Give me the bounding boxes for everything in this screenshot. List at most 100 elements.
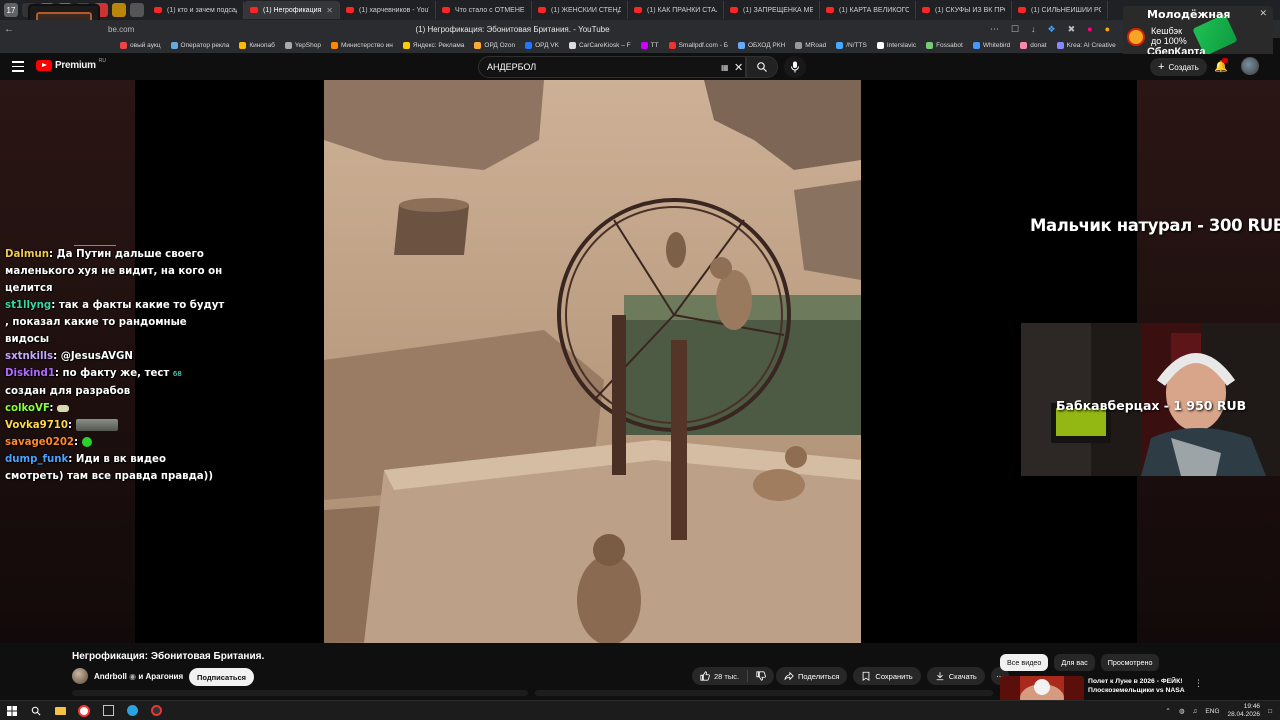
browser-tab[interactable]: (1) СИЛЬНЕЙШИЙ РОГ	[1012, 1, 1108, 19]
bookmark-item[interactable]: Whitebird	[972, 42, 1010, 49]
tab-counter[interactable]: 17	[4, 3, 18, 17]
channel-name-1[interactable]: Andrboll	[94, 672, 127, 681]
bookmark-item[interactable]: donat	[1020, 42, 1047, 49]
bookmark-favicon-icon	[972, 42, 980, 49]
wifi-icon[interactable]: ◍	[1179, 707, 1185, 715]
notification-center-icon[interactable]: □	[1268, 708, 1272, 715]
pinned-tab-6[interactable]	[112, 3, 126, 17]
clock[interactable]: 19:46 28.04.2026	[1228, 703, 1261, 719]
extension-icon-1[interactable]: ❖	[1048, 24, 1056, 35]
filter-chip[interactable]: Просмотрено	[1100, 654, 1160, 671]
search-icon	[757, 62, 767, 72]
search-button[interactable]	[746, 56, 778, 78]
chat-message: colkoVF:	[5, 400, 225, 417]
clear-search-icon[interactable]: ✕	[734, 61, 743, 74]
search-input[interactable]	[479, 57, 699, 77]
windows-start-icon[interactable]	[0, 701, 24, 720]
channel-name-2[interactable]: Арагония	[146, 672, 184, 681]
chat-username[interactable]: dump_funk	[5, 454, 68, 465]
channel-names[interactable]: Andrboll ◉ и Арагония	[94, 672, 183, 681]
bookmark-item[interactable]: Smallpdf.com - Б	[668, 42, 728, 49]
ad-close-icon[interactable]: ✕	[1259, 8, 1267, 19]
bookmark-item[interactable]: Оператор рекла	[170, 42, 229, 49]
search-taskbar-icon[interactable]	[24, 701, 48, 720]
chat-username[interactable]: Diskind1	[5, 368, 55, 379]
pinned-app-icon-2[interactable]	[120, 701, 144, 720]
youtube-favicon-icon	[826, 7, 834, 13]
burger-king-logo-icon	[1127, 28, 1145, 46]
bookmark-item[interactable]: Яндекс: Реклама	[402, 42, 465, 49]
share-button[interactable]: Поделиться	[776, 667, 848, 685]
extension-icon-2[interactable]: ✖	[1068, 24, 1076, 35]
bookmark-item[interactable]: CarCareKiosk – F	[568, 42, 631, 49]
like-count: 28 тыс.	[714, 671, 740, 681]
like-button[interactable]: 28 тыс.	[692, 670, 749, 682]
video-player[interactable]	[324, 80, 861, 643]
language-indicator[interactable]: ENG	[1205, 708, 1219, 715]
bookmark-item[interactable]: MRoad	[795, 42, 826, 49]
pinned-tab-7[interactable]	[130, 3, 144, 17]
more-icon[interactable]: ⋯	[990, 24, 999, 35]
bookmark-item[interactable]: Fossabot	[926, 42, 963, 49]
extension-icon-3[interactable]: ●	[1087, 24, 1092, 35]
bookmark-label: Яндекс: Реклама	[412, 42, 465, 49]
chat-username[interactable]: st1llyng	[5, 300, 51, 311]
browser-tab[interactable]: (1) СКУФЫ ИЗ ВК ПРОБ	[916, 1, 1012, 19]
bookmark-item[interactable]: Interslavic	[876, 42, 916, 49]
browser-tab[interactable]: (1) кто и зачем подсадил	[148, 1, 244, 19]
recommended-video-menu-icon[interactable]: ⋮	[1194, 678, 1203, 689]
browser-tab[interactable]: (1) ЗАПРЕЩЁНКА МЕСС	[724, 1, 820, 19]
browser-tab[interactable]: (1) КАРТА ВЕЛИКОГО П	[820, 1, 916, 19]
chat-username[interactable]: sxtnkills	[5, 351, 53, 362]
chat-username[interactable]: colkoVF	[5, 403, 49, 414]
browser-tab[interactable]: (1) КАК ПРАНКИ СТАЛИ	[628, 1, 724, 19]
browser-tab[interactable]: Что стало с ОТМЕНЕ	[436, 1, 532, 19]
voice-search-button[interactable]	[784, 56, 806, 78]
bookmark-item[interactable]: Кинопаб	[239, 42, 275, 49]
dislike-button[interactable]	[748, 671, 774, 681]
menu-icon[interactable]	[12, 61, 24, 75]
obs-icon[interactable]	[144, 701, 168, 720]
chat-username[interactable]: savage0202	[5, 437, 74, 448]
youtube-logo[interactable]: Premium RU	[36, 57, 106, 71]
extension-icon-4[interactable]: ●	[1105, 24, 1110, 35]
bookmark-item[interactable]: ОРД VK	[525, 42, 559, 49]
bookmark-item[interactable]: YepShop	[284, 42, 321, 49]
bookmark-item[interactable]: Krea: AI Creative	[1056, 42, 1116, 49]
bookmark-item[interactable]: /N/TTS	[836, 42, 867, 49]
bookmark-item[interactable]: овый аукц	[120, 42, 161, 49]
bookmark-label: /N/TTS	[846, 42, 867, 49]
bookmark-item[interactable]: Министерство ин	[330, 42, 393, 49]
search-box: ▦ ✕	[478, 56, 746, 78]
volume-icon[interactable]: ♫	[1193, 708, 1198, 715]
tray-chevron-icon[interactable]: ⌃	[1165, 707, 1170, 715]
recommended-video-title[interactable]: Полет к Луне в 2026 - ФЕЙК! Плоскоземель…	[1088, 677, 1188, 695]
download-icon[interactable]: ↓	[1031, 24, 1036, 35]
chat-username[interactable]: Dalmun	[5, 249, 49, 260]
bookmark-icon[interactable]: ☐	[1011, 24, 1019, 35]
bookmark-item[interactable]: TT	[640, 42, 659, 49]
bookmark-item[interactable]: ОБХОД РКН	[738, 42, 785, 49]
sber-ad-banner[interactable]: Молодёжная Кешбэк до 100% СберКарта ✕	[1123, 6, 1273, 60]
bookmark-favicon-icon	[330, 42, 338, 49]
pinned-app-icon-1[interactable]	[96, 701, 120, 720]
browser-tab[interactable]: (1) Негрофикация: Эбо✕	[244, 1, 340, 19]
filter-chip[interactable]: Для вас	[1054, 654, 1095, 671]
close-tab-icon[interactable]: ✕	[326, 6, 333, 15]
browser-tab[interactable]: (1) ЖЕНСКИЙ СТЕНДАП	[532, 1, 628, 19]
account-avatar[interactable]	[1241, 57, 1259, 75]
save-button[interactable]: Сохранить	[853, 667, 921, 685]
keyboard-icon[interactable]: ▦	[721, 63, 729, 72]
browser-tab[interactable]: (1) харчевников - YouTub	[340, 1, 436, 19]
download-button[interactable]: Скачать	[926, 667, 985, 685]
file-explorer-icon[interactable]	[48, 701, 72, 720]
yandex-browser-icon[interactable]	[72, 701, 96, 720]
bookmarks-bar: овый аукц Оператор рекла Кинопаб YepShop Мин…	[0, 38, 1130, 54]
bookmark-item[interactable]: ОРД Ozon	[474, 42, 515, 49]
channel-avatar[interactable]	[72, 668, 88, 684]
create-button[interactable]: + Создать	[1150, 58, 1207, 76]
subscribe-button[interactable]: Подписаться	[189, 668, 255, 686]
youtube-region-label: RU	[98, 57, 106, 64]
filter-chip[interactable]: Все видео	[1000, 654, 1049, 671]
chat-username[interactable]: Vovka9710	[5, 420, 68, 431]
